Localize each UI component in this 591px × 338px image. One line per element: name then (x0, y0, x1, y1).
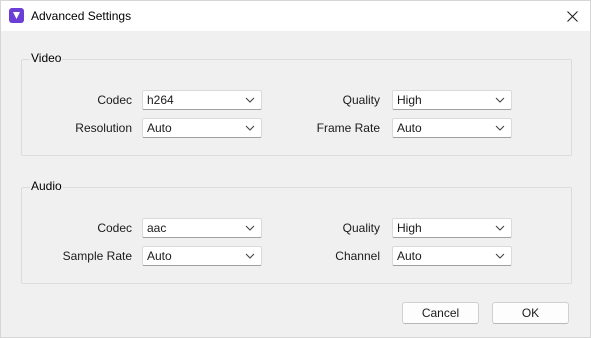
audio-channel-label: Channel (335, 249, 380, 263)
video-frame-rate-value: Auto (397, 121, 422, 135)
video-frame-rate-label: Frame Rate (316, 121, 380, 135)
video-resolution-value: Auto (147, 121, 172, 135)
video-frame-rate-select[interactable]: Auto (392, 118, 512, 138)
video-codec-select[interactable]: h264 (142, 90, 262, 110)
chevron-down-icon (245, 253, 255, 259)
audio-quality-label: Quality (342, 221, 380, 235)
chevron-down-icon (495, 253, 505, 259)
chevron-down-icon (245, 225, 255, 231)
video-quality-select[interactable]: High (392, 90, 512, 110)
chevron-down-icon (495, 125, 505, 131)
chevron-down-icon (245, 125, 255, 131)
audio-group: Audio Codec aac Quality High Sample Rate… (21, 179, 572, 284)
video-quality-value: High (397, 93, 422, 107)
ok-button[interactable]: OK (492, 302, 569, 324)
title-bar: Advanced Settings (1, 1, 590, 31)
audio-channel-value: Auto (397, 249, 422, 263)
audio-quality-value: High (397, 221, 422, 235)
audio-quality-select[interactable]: High (392, 218, 512, 238)
window-title: Advanced Settings (31, 9, 132, 23)
audio-codec-select[interactable]: aac (142, 218, 262, 238)
video-codec-label: Codec (97, 93, 132, 107)
audio-channel-select[interactable]: Auto (392, 246, 512, 266)
audio-codec-value: aac (147, 221, 167, 235)
video-resolution-label: Resolution (75, 121, 132, 135)
chevron-down-icon (495, 97, 505, 103)
chevron-down-icon (495, 225, 505, 231)
app-logo-icon (9, 8, 24, 23)
audio-codec-label: Codec (97, 221, 132, 235)
video-group: Video Codec h264 Quality High Resolution… (21, 51, 572, 156)
close-icon (566, 10, 578, 22)
close-button[interactable] (554, 1, 590, 31)
video-resolution-select[interactable]: Auto (142, 118, 262, 138)
cancel-button[interactable]: Cancel (402, 302, 479, 324)
video-quality-label: Quality (342, 93, 380, 107)
audio-sample-rate-select[interactable]: Auto (142, 246, 262, 266)
audio-group-label: Audio (30, 179, 63, 193)
video-group-label: Video (30, 51, 63, 65)
video-codec-value: h264 (147, 93, 174, 107)
audio-sample-rate-value: Auto (147, 249, 172, 263)
audio-sample-rate-label: Sample Rate (62, 249, 132, 263)
advanced-settings-dialog: Advanced Settings Video Codec h264 Quali… (0, 0, 591, 338)
chevron-down-icon (245, 97, 255, 103)
